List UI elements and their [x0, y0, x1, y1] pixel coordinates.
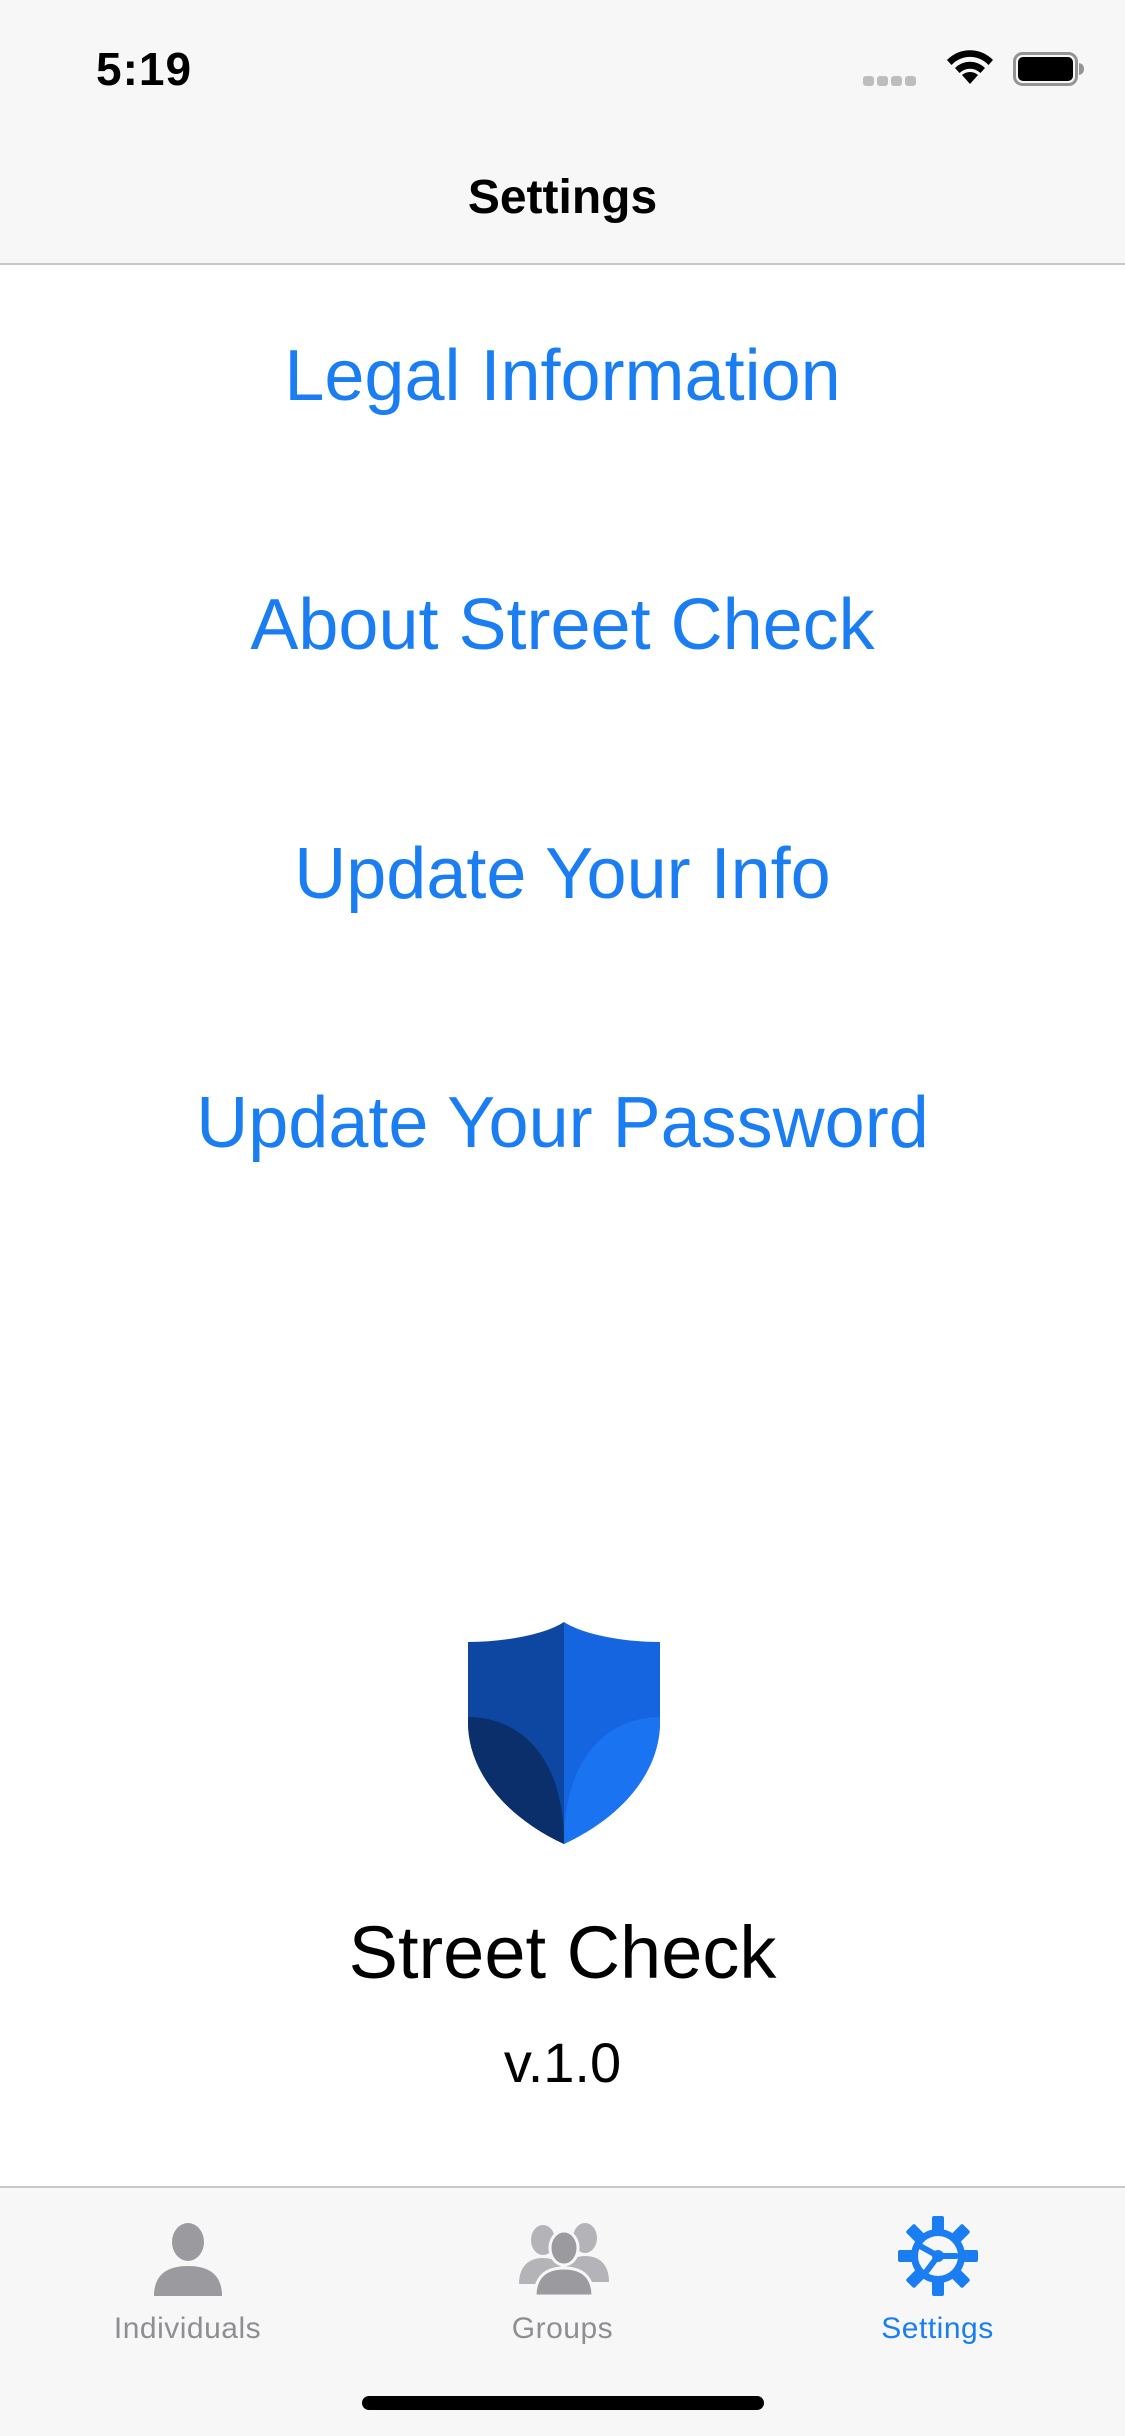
shield-icon — [468, 1622, 660, 1844]
person-icon — [154, 2223, 222, 2296]
tab-label: Individuals — [113, 2312, 262, 2345]
app-version: v.1.0 — [503, 2031, 622, 2094]
battery-icon — [1013, 52, 1084, 86]
status-time: 5:19 — [96, 43, 193, 95]
status-icons — [863, 48, 1084, 90]
tab-individuals[interactable]: Individuals — [0, 2204, 375, 2354]
settings-screen: 5:19 Settings Legal Information About St… — [0, 0, 1125, 2436]
group-icon — [519, 2223, 609, 2296]
gear-icon — [898, 2216, 978, 2296]
signal-icon — [863, 76, 917, 86]
app-name: Street Check — [348, 1911, 777, 1994]
about-street-check-link[interactable]: About Street Check — [0, 580, 1125, 670]
page-title: Settings — [467, 171, 658, 224]
tab-label: Groups — [511, 2312, 614, 2345]
tab-groups[interactable]: Groups — [375, 2204, 750, 2354]
home-indicator — [362, 2396, 764, 2410]
legal-information-link[interactable]: Legal Information — [0, 331, 1125, 421]
top-chrome: 5:19 Settings — [0, 0, 1125, 265]
update-your-password-link[interactable]: Update Your Password — [0, 1078, 1125, 1168]
wifi-icon — [947, 50, 993, 84]
tab-settings[interactable]: Settings — [750, 2204, 1125, 2354]
update-your-info-link[interactable]: Update Your Info — [0, 829, 1125, 919]
tab-label: Settings — [881, 2312, 994, 2345]
